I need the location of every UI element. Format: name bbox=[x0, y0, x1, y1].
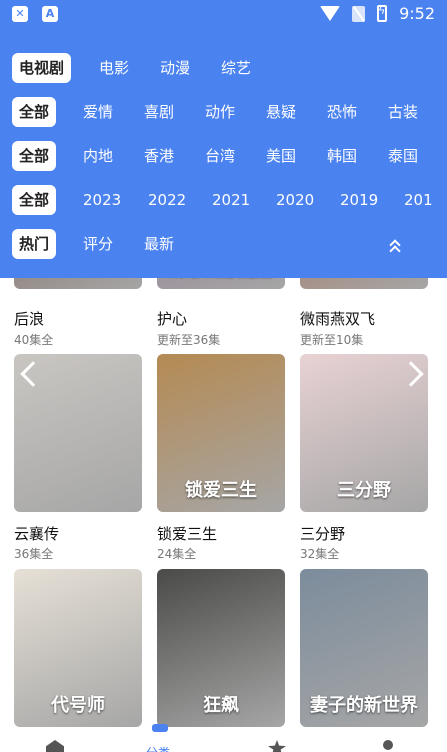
poster-image[interactable]: 妻子的新世界 bbox=[300, 569, 428, 727]
sort-chip-latest[interactable]: 最新 bbox=[144, 229, 174, 259]
poster-image[interactable]: 狂飙 bbox=[157, 569, 285, 727]
sort-filter-row: 热门 评分 最新 bbox=[12, 229, 442, 259]
genre-chip[interactable]: 悬疑 bbox=[266, 97, 296, 127]
year-filter-row: 全部 2023 2022 2021 2020 2019 201 bbox=[12, 185, 442, 215]
status-time: 9:52 bbox=[399, 4, 435, 23]
sort-chip-hot[interactable]: 热门 bbox=[12, 229, 57, 259]
genre-chip-all[interactable]: 全部 bbox=[12, 97, 57, 127]
video-title: 后浪 bbox=[14, 310, 45, 328]
year-chip[interactable]: 2023 bbox=[83, 185, 121, 215]
episode-status: 更新至10集 bbox=[300, 333, 364, 347]
region-chip[interactable]: 泰国 bbox=[388, 141, 418, 171]
app-screen: { "status_bar": { "time": "9:52", "left_… bbox=[0, 0, 447, 752]
episode-status: 36集全 bbox=[14, 547, 54, 561]
region-chip[interactable]: 美国 bbox=[266, 141, 296, 171]
video-title: 微雨燕双飞 bbox=[300, 310, 376, 328]
video-title: 云襄传 bbox=[14, 525, 60, 543]
video-title: 护心 bbox=[157, 310, 188, 328]
type-chip-movie[interactable]: 电影 bbox=[99, 53, 129, 83]
episode-status: 24集全 bbox=[157, 547, 197, 561]
sort-chip-rating[interactable]: 评分 bbox=[83, 229, 113, 259]
video-title: 锁爱三生 bbox=[157, 525, 218, 543]
genre-chip[interactable]: 爱情 bbox=[83, 97, 113, 127]
year-chip[interactable]: 2019 bbox=[340, 185, 378, 215]
genre-chip[interactable]: 喜剧 bbox=[144, 97, 174, 127]
type-filter-row: 电视剧 电影 动漫 综艺 bbox=[12, 53, 442, 83]
type-chip-tv[interactable]: 电视剧 bbox=[12, 53, 72, 83]
bottom-tab-bar: 分类 bbox=[0, 736, 447, 752]
battery-charging-icon bbox=[377, 4, 388, 22]
year-chip-all[interactable]: 全部 bbox=[12, 185, 57, 215]
year-chip[interactable]: 2020 bbox=[276, 185, 314, 215]
genre-chip[interactable]: 古装 bbox=[388, 97, 418, 127]
region-chip[interactable]: 香港 bbox=[144, 141, 174, 171]
a-icon: A bbox=[42, 6, 58, 22]
poster-caption: 代号师 bbox=[51, 695, 105, 716]
poster-caption: 锁爱三生 bbox=[185, 480, 257, 501]
region-chip-all[interactable]: 全部 bbox=[12, 141, 57, 171]
year-chip[interactable]: 201 bbox=[404, 185, 433, 215]
type-chip-variety[interactable]: 综艺 bbox=[221, 53, 251, 83]
video-card[interactable]: 锁爱三生 锁爱三生 24集全 bbox=[157, 354, 285, 561]
poster-image[interactable]: 代号师 bbox=[14, 569, 142, 727]
video-card[interactable]: 妻子的新世界 bbox=[300, 569, 428, 727]
genre-chip[interactable]: 动作 bbox=[205, 97, 235, 127]
poster-image[interactable]: 锁爱三生 bbox=[157, 354, 285, 512]
profile-icon[interactable] bbox=[383, 740, 393, 750]
video-title: 三分野 bbox=[300, 525, 346, 543]
region-filter-row: 全部 内地 香港 台湾 美国 韩国 泰国 bbox=[12, 141, 442, 171]
poster-caption: 狂飙 bbox=[203, 695, 239, 716]
region-chip[interactable]: 韩国 bbox=[327, 141, 357, 171]
filter-header: ✕ A 9:52 电视剧 电影 动漫 综艺 全部 爱情 喜剧 动作 悬疑 恐怖 … bbox=[0, 0, 447, 278]
collapse-filters-icon[interactable] bbox=[389, 238, 405, 257]
year-chip[interactable]: 2021 bbox=[212, 185, 250, 215]
active-tab-indicator bbox=[152, 724, 168, 732]
type-chip-anime[interactable]: 动漫 bbox=[160, 53, 190, 83]
region-chip[interactable]: 内地 bbox=[83, 141, 113, 171]
favorites-icon[interactable] bbox=[268, 740, 286, 752]
video-card[interactable]: 代号师 bbox=[14, 569, 142, 727]
video-card[interactable]: 狂飙 bbox=[157, 569, 285, 727]
status-bar: ✕ A 9:52 bbox=[0, 0, 447, 30]
tab-category[interactable]: 分类 bbox=[146, 744, 170, 752]
home-icon[interactable] bbox=[46, 740, 64, 752]
region-chip[interactable]: 台湾 bbox=[205, 141, 235, 171]
poster-caption: 妻子的新世界 bbox=[310, 695, 418, 716]
episode-status: 更新至36集 bbox=[157, 333, 221, 347]
year-chip[interactable]: 2022 bbox=[148, 185, 186, 215]
episode-status: 40集全 bbox=[14, 333, 54, 347]
app-notification-icon: ✕ bbox=[12, 6, 28, 22]
no-sim-icon bbox=[352, 5, 366, 22]
wifi-icon bbox=[320, 6, 341, 21]
genre-chip[interactable]: 恐怖 bbox=[327, 97, 357, 127]
poster-caption: 三分野 bbox=[337, 480, 391, 501]
genre-filter-row: 全部 爱情 喜剧 动作 悬疑 恐怖 古装 bbox=[12, 97, 442, 127]
episode-status: 32集全 bbox=[300, 547, 340, 561]
